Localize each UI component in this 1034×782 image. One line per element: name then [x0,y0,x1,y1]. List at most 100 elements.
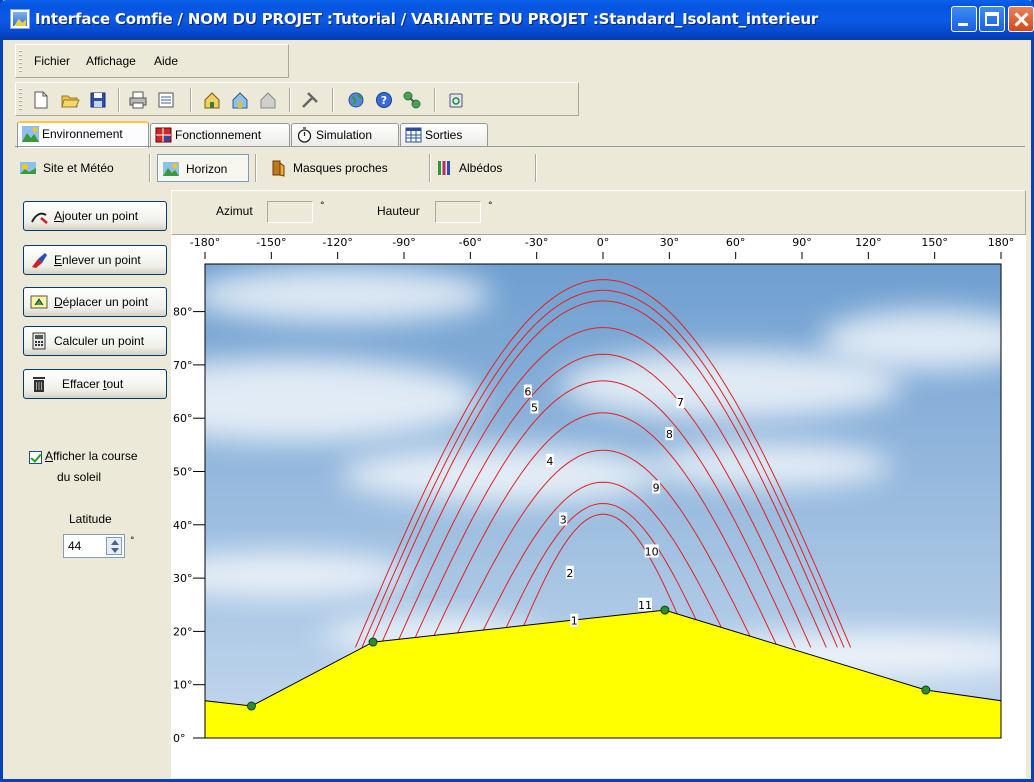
toolbar-separator [190,88,192,112]
toolbar-grip[interactable] [19,88,22,110]
coordinates-strip: Azimut ° Hauteur ° [171,190,1026,235]
add-point-icon [31,212,48,224]
toolbar: ? [15,82,579,116]
title-bar[interactable]: Interface Comfie / NOM DU PROJET :Tutori… [0,0,1034,40]
azimut-unit: ° [320,201,325,211]
tab-fonctionnement[interactable]: Fonctionnement [150,123,290,147]
cloud [191,267,491,323]
eraser-icon [32,253,47,268]
compute-point-button[interactable]: Calculer un point [23,326,167,356]
y-tick-label: 70° [173,359,193,372]
environment-icon [22,126,39,142]
path-label: 5 [531,402,538,415]
hauteur-label: Hauteur [377,204,420,218]
subtab-masques-proches[interactable]: Masques proches [265,154,425,182]
remove-point-label: nlever un point [62,253,141,267]
tab-simulation[interactable]: Simulation [291,123,399,147]
horizon-chart-svg[interactable]: -180° -150° -120° -90° -60° -30° 0° 30° 60° 90° 12… [171,235,1026,778]
grid-icon [155,127,172,143]
move-point-icon [30,295,48,309]
toolbar-separator [289,88,291,112]
tab-label: Fonctionnement [175,128,262,142]
hauteur-field[interactable] [435,201,481,223]
remove-point-button[interactable]: Enlever un point [23,245,167,275]
list-icon[interactable] [156,90,176,110]
horizon-point [368,637,378,647]
path-label: 8 [666,428,673,441]
cloud [561,351,901,419]
subtab-horizon[interactable]: Horizon [157,154,249,182]
clear-all-button[interactable]: Effacer tout [23,369,167,399]
toolbar-separator [434,88,436,112]
cloud [341,447,661,503]
subtab-label: Site et Météo [43,161,114,175]
globe-icon[interactable] [346,90,366,110]
add-point-button[interactable]: Ajouter un point [23,201,167,231]
tab-divider [15,146,1025,147]
menu-fichier[interactable]: Fichier [34,54,70,68]
x-tick-label: -180° [190,236,220,249]
subtab-label: Horizon [186,162,228,176]
x-tick-label: 60° [726,236,746,249]
maximize-button[interactable] [979,6,1005,32]
path-label: 4 [546,455,553,468]
latitude-label: Latitude [69,512,112,526]
sun-course-checkbox[interactable] [29,451,42,464]
path-label: 2 [566,567,573,580]
clear-all-prefix: Effacer [62,377,104,391]
menu-grip[interactable] [19,50,22,72]
path-label: 7 [677,396,684,409]
latitude-value: 44 [68,539,82,553]
y-tick-label: 0° [173,732,186,745]
tab-environnement[interactable]: Environnement [17,121,149,148]
toolbar-separator [118,88,120,112]
app-window: Interface Comfie / NOM DU PROJET :Tutori… [0,0,1034,782]
print-icon[interactable] [128,90,148,110]
y-tick-label: 10° [173,679,193,692]
latitude-unit: ° [130,536,135,546]
y-tick-label: 30° [173,572,193,585]
close-button[interactable] [1008,6,1034,32]
sun-course-key: A [45,449,54,463]
sun-course-label[interactable]: Afficher la course [45,449,138,463]
house-icon[interactable] [230,90,250,110]
horizon-chart[interactable]: -180° -150° -120° -90° -60° -30° 0° 30° 60° 90° 12… [171,235,1026,778]
tab-sorties[interactable]: Sorties [400,123,488,147]
menu-aide[interactable]: Aide [154,54,178,68]
subtab-bar: Site et Météo Horizon Masques proches Al… [15,150,1025,186]
svg-text:?: ? [381,94,387,107]
azimut-field[interactable] [267,201,313,223]
subtab-albedos[interactable]: Albédos [431,154,527,182]
add-point-label: jouter un point [62,209,139,223]
horizon-point [921,685,931,695]
compute-point-label: Calculer un point [54,334,145,348]
subtab-site-meteo[interactable]: Site et Météo [15,154,141,182]
move-point-label: éplacer un point [62,295,149,309]
horizon-point [660,605,670,615]
x-tick-label: 150° [921,236,948,249]
recycle-icon[interactable] [446,90,466,110]
subtab-label: Albédos [459,161,503,175]
minimize-button[interactable] [951,6,977,32]
stopwatch-icon [297,127,312,143]
x-tick-label: 30° [660,236,680,249]
save-icon[interactable] [88,90,108,110]
latitude-spinner[interactable] [106,537,122,555]
latitude-input[interactable]: 44 [63,534,125,558]
path-label: 9 [653,481,660,494]
help-icon[interactable]: ? [374,90,394,110]
building-icon[interactable] [258,90,278,110]
network-icon[interactable] [402,90,422,110]
window-title: Interface Comfie / NOM DU PROJET :Tutori… [35,10,819,28]
y-tick-label: 80° [173,306,193,319]
tab-label: Simulation [316,128,373,142]
tools-icon[interactable] [300,90,320,110]
new-file-icon[interactable] [31,90,51,110]
house-edit-icon[interactable] [202,90,222,110]
menu-affichage[interactable]: Affichage [86,54,136,68]
azimut-label: Azimut [216,204,253,218]
subtab-label: Masques proches [293,161,388,175]
move-point-button[interactable]: Déplacer un point [23,287,167,317]
x-tick-label: 180° [988,236,1015,249]
open-folder-icon[interactable] [60,90,80,110]
